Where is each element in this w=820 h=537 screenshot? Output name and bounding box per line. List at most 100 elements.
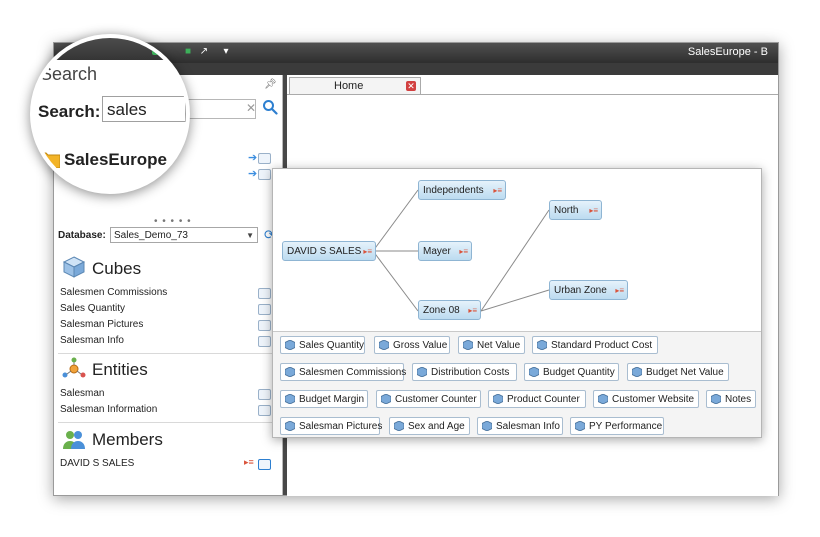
tree-node[interactable]: Mayer ▸≡ bbox=[418, 241, 472, 261]
cube-chip[interactable]: Salesman Info bbox=[477, 417, 563, 435]
list-item[interactable]: DAVID S SALES bbox=[60, 458, 134, 469]
tree-connector bbox=[372, 250, 419, 312]
cube-chip-label: Standard Product Cost bbox=[551, 340, 653, 351]
cube-chip[interactable]: Sex and Age bbox=[389, 417, 470, 435]
comment-icon[interactable] bbox=[258, 405, 271, 416]
database-label: Database: bbox=[58, 230, 106, 241]
magnified-titlebar bbox=[34, 38, 186, 60]
cubes-heading: Cubes bbox=[92, 259, 142, 278]
drill-icon[interactable]: ▸≡ bbox=[244, 457, 254, 468]
comment-icon[interactable] bbox=[258, 304, 271, 315]
search-icon[interactable] bbox=[262, 99, 278, 115]
chart-icon[interactable]: ↗ bbox=[198, 46, 210, 58]
list-item[interactable]: Salesman Info bbox=[60, 335, 124, 346]
tree-node-label: Independents bbox=[423, 185, 484, 196]
comment-icon[interactable] bbox=[258, 389, 271, 400]
tree-node-label: Urban Zone bbox=[554, 285, 607, 296]
cube-chip-label: Sales Quantity bbox=[299, 340, 365, 351]
database-select[interactable]: Sales_Demo_73 ▼ bbox=[110, 227, 258, 243]
cube-chip[interactable]: Sales Quantity bbox=[280, 336, 365, 354]
cube-chip-label: Customer Counter bbox=[395, 394, 477, 405]
tree-node[interactable]: North ▸≡ bbox=[549, 200, 602, 220]
database-row: Database: Sales_Demo_73 ▼ ⟳ bbox=[58, 227, 280, 247]
drill-icon: ▸≡ bbox=[615, 286, 624, 295]
database-value: Sales_Demo_73 bbox=[114, 230, 188, 241]
toolbar-icon bbox=[164, 45, 174, 55]
cube-icon bbox=[285, 367, 295, 377]
list-item[interactable]: Salesman Pictures bbox=[60, 319, 143, 330]
cube-icon bbox=[379, 340, 389, 350]
divider bbox=[58, 422, 278, 423]
cube-icon bbox=[482, 421, 492, 431]
cube-chip[interactable]: Salesman Pictures bbox=[280, 417, 383, 435]
list-item[interactable]: Salesman Information bbox=[60, 404, 157, 415]
pin-icon[interactable]: 📌︎ bbox=[264, 79, 277, 90]
toolbar-icon bbox=[152, 45, 162, 55]
tree-node-root[interactable]: DAVID S SALES ▸≡ bbox=[282, 241, 376, 261]
cube-chip[interactable]: Notes bbox=[706, 390, 756, 408]
cube-icon bbox=[537, 340, 547, 350]
cube-chip[interactable]: Budget Margin bbox=[280, 390, 368, 408]
cube-icon bbox=[632, 367, 642, 377]
comment-icon[interactable] bbox=[258, 169, 271, 180]
cube-chip[interactable]: Budget Quantity bbox=[524, 363, 619, 381]
splitter-grip[interactable]: • • • • • bbox=[154, 216, 192, 227]
list-item[interactable]: Sales Quantity bbox=[60, 303, 125, 314]
tree-node-label: DAVID S SALES bbox=[287, 246, 362, 257]
cube-icon bbox=[62, 256, 86, 278]
arrow-icon[interactable]: ➔ bbox=[248, 167, 257, 180]
arrow-icon[interactable]: ➔ bbox=[248, 151, 257, 164]
panel-title: Search bbox=[40, 64, 98, 84]
cube-chip[interactable]: Gross Value bbox=[374, 336, 450, 354]
cube-chip-label: Budget Quantity bbox=[543, 367, 615, 378]
cube-icon bbox=[598, 394, 608, 404]
cube-chip[interactable]: Product Counter bbox=[488, 390, 586, 408]
comment-icon[interactable] bbox=[258, 336, 271, 347]
cube-icon bbox=[529, 367, 539, 377]
cube-chip-label: Notes bbox=[725, 394, 752, 405]
divider bbox=[58, 353, 278, 354]
member-popup: DAVID S SALES ▸≡ Independents ▸≡ Mayer ▸≡ Z… bbox=[272, 168, 762, 438]
cube-title: SalesEurope bbox=[64, 150, 167, 169]
cube-chip-label: Salesmen Commissions bbox=[299, 367, 407, 378]
quick-access-menu-icon[interactable]: ▾ bbox=[220, 46, 232, 58]
drill-icon: ▸≡ bbox=[363, 247, 372, 256]
cube-chip[interactable]: Customer Website bbox=[593, 390, 699, 408]
cube-chip[interactable]: Salesmen Commissions bbox=[280, 363, 407, 381]
cube-icon bbox=[575, 421, 585, 431]
cube-chip[interactable]: PY Performance bbox=[570, 417, 664, 435]
comment-icon[interactable] bbox=[258, 288, 271, 299]
cube-chip-label: Salesman Info bbox=[496, 421, 560, 432]
cube-chip[interactable]: Distribution Costs bbox=[412, 363, 517, 381]
tab-home[interactable]: Home ✕ bbox=[289, 77, 421, 95]
search-input[interactable]: sales bbox=[102, 96, 186, 122]
tree-node[interactable]: Urban Zone ▸≡ bbox=[549, 280, 628, 300]
window-title: SalesEurope - B bbox=[687, 46, 768, 58]
cube-chip[interactable]: Customer Counter bbox=[376, 390, 481, 408]
close-icon[interactable]: ✕ bbox=[406, 81, 416, 91]
cube-chip-label: Sex and Age bbox=[408, 421, 465, 432]
tree-connector bbox=[372, 189, 419, 252]
cube-icon bbox=[381, 394, 391, 404]
cube-chip-label: Product Counter bbox=[507, 394, 580, 405]
member-tree: DAVID S SALES ▸≡ Independents ▸≡ Mayer ▸≡ Z… bbox=[273, 169, 761, 332]
comment-icon[interactable] bbox=[258, 153, 271, 164]
comment-icon[interactable] bbox=[258, 459, 271, 470]
cube-chip-label: Distribution Costs bbox=[431, 367, 510, 378]
cube-chip-label: Budget Margin bbox=[299, 394, 365, 405]
tree-node[interactable]: Zone 08 ▸≡ bbox=[418, 300, 481, 320]
list-item[interactable]: Salesman bbox=[60, 388, 104, 399]
tab-label: Home bbox=[334, 80, 364, 92]
cube-chip-label: Salesman Pictures bbox=[299, 421, 383, 432]
cube-chip[interactable]: Budget Net Value bbox=[627, 363, 729, 381]
cube-icon bbox=[711, 394, 721, 404]
comment-icon[interactable] bbox=[258, 320, 271, 331]
cube-chip-label: Budget Net Value bbox=[646, 367, 724, 378]
list-item[interactable]: Salesmen Commissions bbox=[60, 287, 167, 298]
drill-icon: ▸≡ bbox=[493, 186, 502, 195]
clear-icon[interactable]: ✕ bbox=[246, 101, 256, 115]
tree-node[interactable]: Independents ▸≡ bbox=[418, 180, 506, 200]
cube-chip[interactable]: Net Value bbox=[458, 336, 525, 354]
cube-chip[interactable]: Standard Product Cost bbox=[532, 336, 658, 354]
tree-connector bbox=[480, 289, 550, 312]
